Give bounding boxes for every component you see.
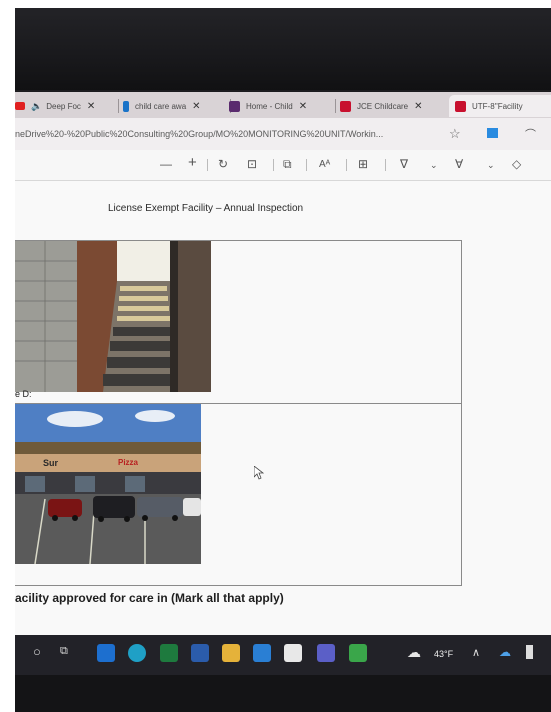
eraser-icon[interactable]: ◇	[512, 157, 521, 171]
toolbar-divider	[385, 159, 386, 171]
toolbar-divider	[207, 159, 208, 171]
chevron-up-icon[interactable]: ∧	[472, 646, 480, 659]
store-icon[interactable]	[284, 644, 302, 662]
chevron-down-icon[interactable]: ⌄	[487, 160, 495, 171]
tab-close-icon[interactable]: ✕	[192, 101, 200, 112]
edge-icon[interactable]	[128, 644, 146, 662]
toolbar-divider	[306, 159, 307, 171]
toolbar-divider	[346, 159, 347, 171]
teams-chat-icon[interactable]	[253, 644, 271, 662]
storefront-sign: Pizza	[118, 458, 139, 467]
zoom-in-button[interactable]: +	[188, 154, 197, 171]
storefront-sign: Sur	[43, 458, 59, 468]
tab-jce-childcare[interactable]: JCE Childcare ✕	[340, 95, 450, 117]
favorite-star-icon[interactable]: ☆	[449, 126, 461, 142]
rotate-icon[interactable]: ↻	[218, 157, 228, 171]
weather-temperature[interactable]: 43°F	[434, 649, 453, 659]
youtube-icon	[15, 102, 25, 110]
zoom-out-button[interactable]: —	[160, 157, 172, 171]
search-icon[interactable]: ○	[33, 644, 41, 659]
highlight-icon[interactable]: ∀	[455, 157, 463, 171]
site-icon	[229, 100, 240, 112]
tab-divider	[335, 99, 336, 113]
weather-cloud-icon[interactable]: ☁	[407, 644, 421, 661]
browser-tab-bar: 🔈 Deep Foc ✕ child care awa ✕ Home - Chi…	[15, 92, 551, 118]
tab-close-icon[interactable]: ✕	[87, 101, 95, 112]
page-view-icon[interactable]: ⧉	[283, 157, 292, 172]
tab-home-child[interactable]: Home - Child ✕	[229, 95, 339, 117]
tab-divider	[118, 99, 119, 113]
excel-icon[interactable]	[160, 644, 178, 662]
mouse-cursor-icon	[254, 466, 264, 480]
pdf-icon	[340, 100, 351, 112]
page-title: License Exempt Facility – Annual Inspect…	[108, 203, 304, 214]
monitor-bezel-top	[15, 8, 551, 90]
pdf-document: License Exempt Facility – Annual Inspect…	[15, 181, 551, 637]
tab-close-icon[interactable]: ✕	[414, 101, 422, 112]
tab-label: Home - Child	[246, 101, 293, 111]
task-view-icon[interactable]: ⧉	[60, 645, 68, 658]
storefront-photo: Sur Pizza	[15, 404, 201, 564]
word-icon[interactable]	[191, 644, 209, 662]
windows-taskbar: ○ ⧉ ☁ 43°F ∧ ☁	[15, 635, 551, 675]
address-bar[interactable]: neDrive%20-%20Public%20Consulting%20Grou…	[15, 118, 551, 150]
tab-close-icon[interactable]: ✕	[299, 101, 307, 112]
bing-icon	[123, 100, 129, 112]
tab-deep-focus[interactable]: 🔈 Deep Foc ✕	[15, 95, 115, 117]
app-icon[interactable]	[349, 644, 367, 662]
read-aloud-button[interactable]: Aᴬ	[319, 159, 330, 170]
extension-icon[interactable]	[487, 128, 498, 138]
more-icon[interactable]: ⌒	[525, 126, 536, 142]
pdf-toolbar: — + ↻ ⊡ ⧉ Aᴬ ⊞ ∇ ⌄ ∀ ⌄ ◇	[15, 150, 551, 181]
file-explorer-icon[interactable]	[222, 644, 240, 662]
fit-page-icon[interactable]: ⊡	[247, 157, 257, 171]
section-heading: acility approved for care in (Mark all t…	[15, 591, 284, 605]
monitor-bezel-bottom	[15, 675, 551, 712]
teams-icon[interactable]	[317, 644, 335, 662]
text-box-icon[interactable]: ⊞	[358, 157, 368, 171]
draw-icon[interactable]: ∇	[400, 157, 408, 171]
chevron-down-icon[interactable]: ⌄	[430, 160, 438, 171]
tab-label: Deep Foc	[46, 101, 81, 111]
photo-frame: 🔈 Deep Foc ✕ child care awa ✕ Home - Chi…	[15, 8, 551, 712]
photo-table: e D: Sur Pizza	[15, 240, 462, 586]
onedrive-icon[interactable]: ☁	[499, 645, 511, 659]
tab-label: child care awa	[135, 101, 187, 111]
photo-label-d: e D:	[15, 389, 32, 399]
outlook-icon[interactable]	[97, 644, 115, 662]
battery-icon	[526, 645, 533, 659]
tab-label: JCE Childcare	[357, 101, 409, 111]
url-text[interactable]: neDrive%20-%20Public%20Consulting%20Grou…	[15, 129, 383, 139]
tab-utf8-facility[interactable]: UTF-8''Facility	[449, 95, 551, 117]
pdf-icon	[455, 100, 466, 112]
tab-label: UTF-8''Facility	[472, 101, 523, 111]
stairs-photo	[15, 241, 211, 392]
toolbar-divider	[273, 159, 274, 171]
speaker-icon[interactable]: 🔈	[31, 101, 42, 112]
tab-child-care[interactable]: child care awa ✕	[123, 95, 228, 117]
screen: 🔈 Deep Foc ✕ child care awa ✕ Home - Chi…	[15, 92, 551, 637]
